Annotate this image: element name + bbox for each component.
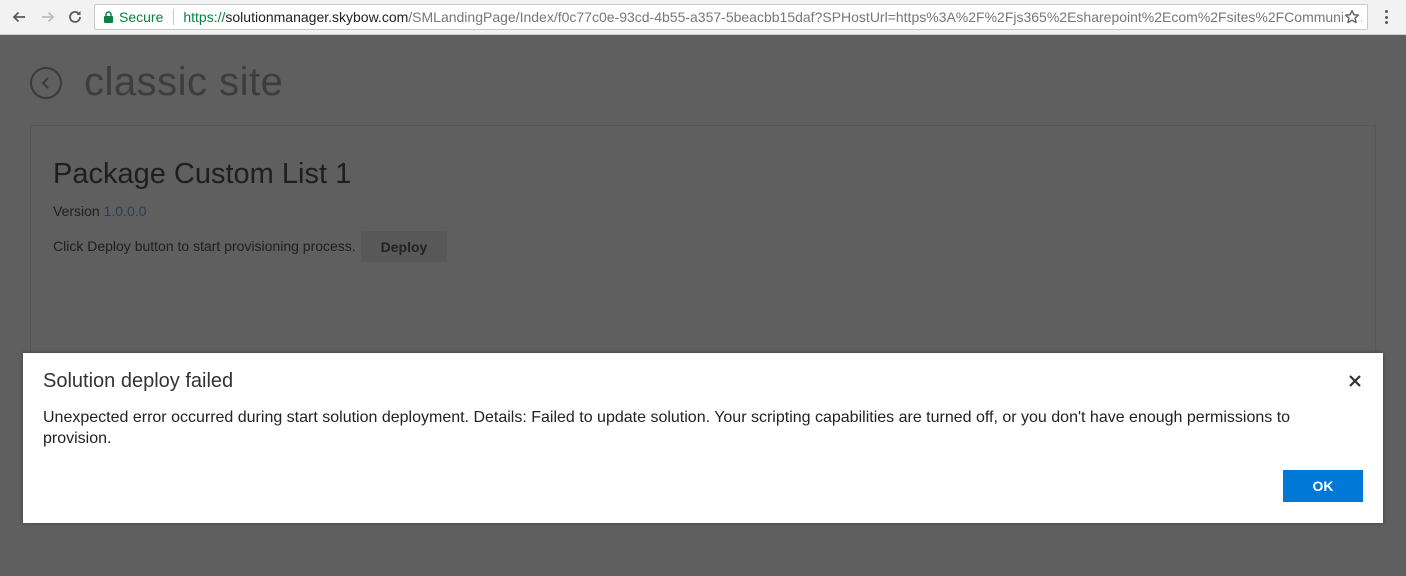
error-dialog: Solution deploy failed Unexpected error …	[23, 353, 1383, 523]
dialog-message: Unexpected error occurred during start s…	[43, 409, 1291, 447]
deploy-instruction: Click Deploy button to start provisionin…	[53, 238, 356, 254]
ok-button[interactable]: OK	[1283, 470, 1363, 502]
site-title: classic site	[84, 60, 284, 104]
arrow-right-icon[interactable]	[37, 6, 59, 28]
address-divider	[173, 9, 175, 25]
lock-icon	[104, 11, 113, 23]
url-host: solutionmanager.skybow.com	[225, 9, 409, 25]
url-scheme: https://	[183, 9, 226, 25]
star-icon[interactable]	[1343, 8, 1361, 26]
circle-back-icon[interactable]	[30, 67, 62, 99]
package-card: Package Custom List 1 Version 1.0.0.0 Cl…	[30, 125, 1376, 385]
address-bar[interactable]: Secure https://solutionmanager.skybow.co…	[94, 4, 1368, 30]
more-vert-icon[interactable]	[1378, 8, 1394, 26]
version-number: 1.0.0.0	[103, 203, 147, 219]
arrow-left-icon[interactable]	[8, 6, 30, 28]
deploy-button[interactable]: Deploy	[361, 231, 447, 262]
package-title: Package Custom List 1	[53, 158, 352, 190]
version-line: Version 1.0.0.0	[53, 203, 146, 219]
url-path: /SMLandingPage/Index/f0c77c0e-93cd-4b55-…	[408, 9, 1363, 25]
version-label: Version	[53, 203, 100, 219]
close-icon[interactable]	[1345, 371, 1365, 391]
secure-label: Secure	[119, 9, 164, 25]
browser-toolbar: Secure https://solutionmanager.skybow.co…	[0, 0, 1406, 35]
reload-icon[interactable]	[64, 6, 86, 28]
dialog-title: Solution deploy failed	[43, 370, 234, 392]
